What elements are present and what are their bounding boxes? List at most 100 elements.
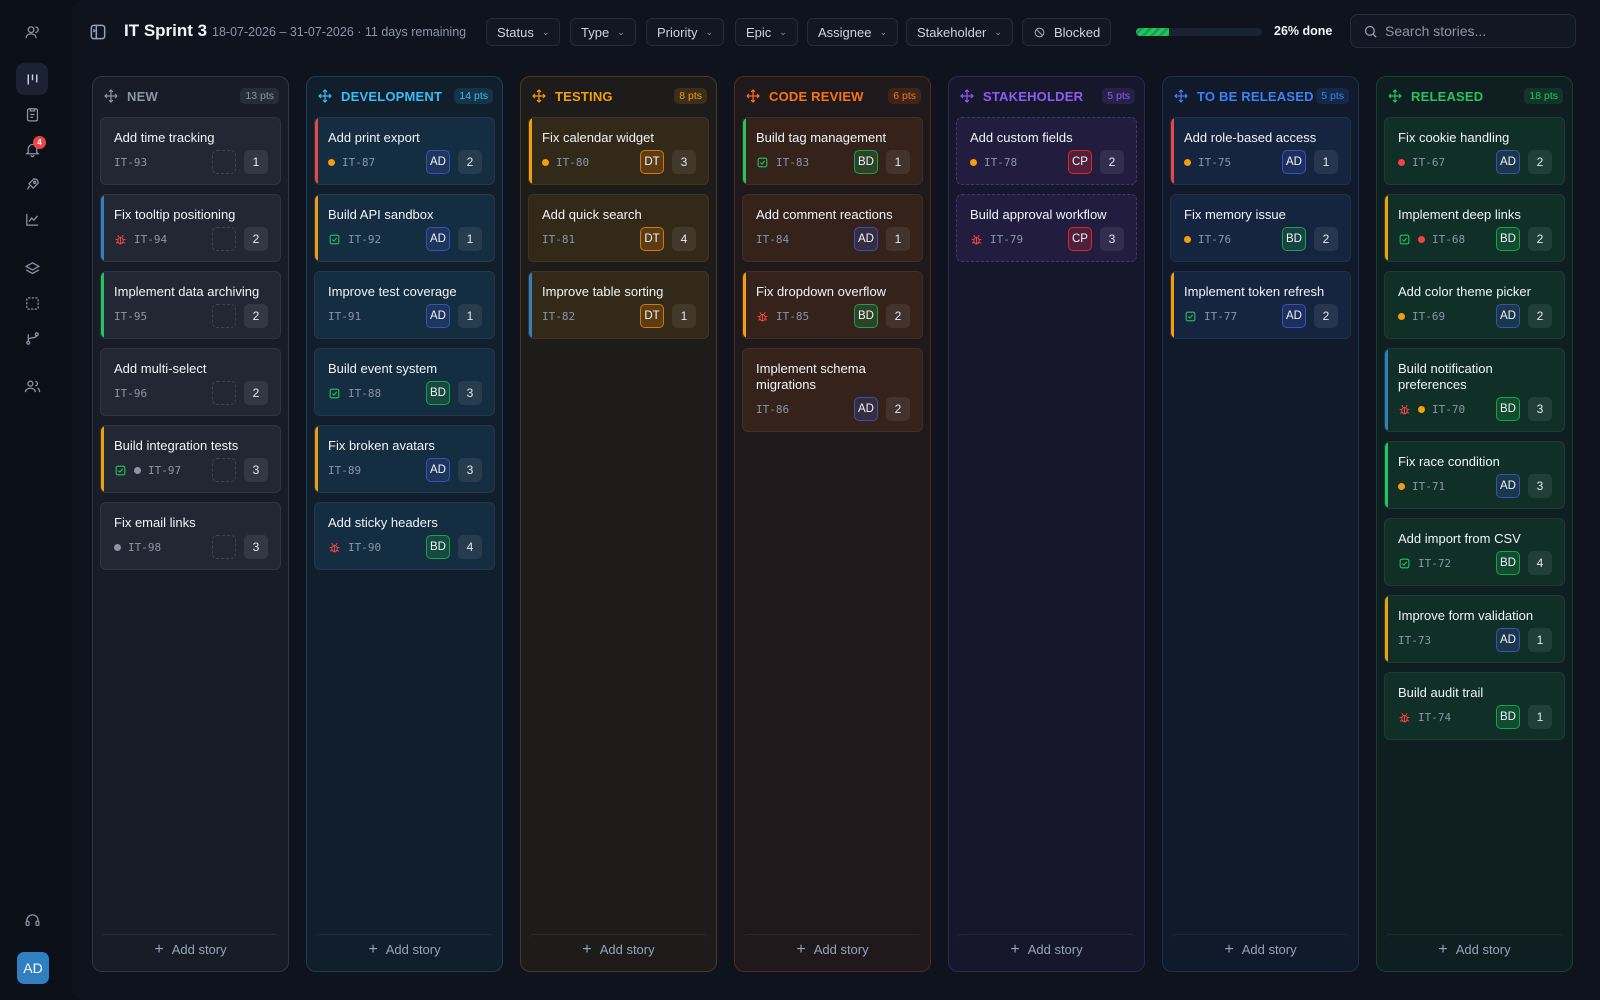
assignee-avatar[interactable]: BD bbox=[1496, 705, 1520, 729]
story-card[interactable]: Improve test coverage IT-91 AD 1 bbox=[314, 271, 495, 339]
story-card[interactable]: Implement data archiving IT-95 2 bbox=[100, 271, 281, 339]
assignee-avatar[interactable]: BD bbox=[854, 150, 878, 174]
selection-icon[interactable] bbox=[16, 287, 48, 319]
assignee-avatar[interactable]: AD bbox=[854, 227, 878, 251]
assignee-avatar[interactable]: BD bbox=[1496, 551, 1520, 575]
assignee-avatar[interactable]: DT bbox=[640, 150, 664, 174]
story-card[interactable]: Build integration tests IT-97 3 bbox=[100, 425, 281, 493]
filter-blocked[interactable]: Blocked bbox=[1022, 18, 1112, 46]
story-card[interactable]: Add time tracking IT-93 1 bbox=[100, 117, 281, 185]
story-card[interactable]: Add quick search IT-81 DT 4 bbox=[528, 194, 709, 262]
team-icon[interactable] bbox=[16, 370, 48, 402]
add-story-button[interactable]: + Add story bbox=[1170, 934, 1351, 964]
story-card[interactable]: Fix email links IT-98 3 bbox=[100, 502, 281, 570]
assignee-avatar[interactable]: AD bbox=[426, 304, 450, 328]
assignee-avatar[interactable]: AD bbox=[1496, 150, 1520, 174]
story-card[interactable]: Add custom fields IT-78 CP 2 bbox=[956, 117, 1137, 185]
story-card[interactable]: Implement schema migrations IT-86 AD 2 bbox=[742, 348, 923, 432]
assignee-placeholder[interactable] bbox=[212, 458, 236, 482]
drag-handle-icon[interactable] bbox=[959, 88, 975, 104]
assignee-avatar[interactable]: AD bbox=[426, 227, 450, 251]
assignee-avatar[interactable]: DT bbox=[640, 227, 664, 251]
filter-stakeholder[interactable]: Stakeholder ⌄ bbox=[906, 18, 1013, 46]
story-card[interactable]: Fix cookie handling IT-67 AD 2 bbox=[1384, 117, 1565, 185]
story-card[interactable]: Add import from CSV IT-72 BD 4 bbox=[1384, 518, 1565, 586]
assignee-avatar[interactable]: DT bbox=[640, 304, 664, 328]
drag-handle-icon[interactable] bbox=[745, 88, 761, 104]
rocket-icon[interactable] bbox=[16, 168, 48, 200]
add-story-button[interactable]: + Add story bbox=[100, 934, 281, 964]
assignee-placeholder[interactable] bbox=[212, 150, 236, 174]
assignee-avatar[interactable]: AD bbox=[426, 458, 450, 482]
assignee-placeholder[interactable] bbox=[212, 304, 236, 328]
assignee-avatar[interactable]: AD bbox=[1282, 150, 1306, 174]
drag-handle-icon[interactable] bbox=[103, 88, 119, 104]
story-card[interactable]: Improve table sorting IT-82 DT 1 bbox=[528, 271, 709, 339]
assignee-placeholder[interactable] bbox=[212, 227, 236, 251]
story-card[interactable]: Fix memory issue IT-76 BD 2 bbox=[1170, 194, 1351, 262]
headset-icon[interactable] bbox=[16, 904, 48, 936]
story-card[interactable]: Improve form validation IT-73 AD 1 bbox=[1384, 595, 1565, 663]
assignee-avatar[interactable]: AD bbox=[1282, 304, 1306, 328]
sidebar-toggle-icon[interactable] bbox=[88, 22, 108, 42]
story-card[interactable]: Add color theme picker IT-69 AD 2 bbox=[1384, 271, 1565, 339]
user-group-icon[interactable] bbox=[16, 16, 48, 48]
assignee-avatar[interactable]: BD bbox=[426, 381, 450, 405]
story-card[interactable]: Add print export IT-87 AD 2 bbox=[314, 117, 495, 185]
story-card[interactable]: Build event system IT-88 BD 3 bbox=[314, 348, 495, 416]
assignee-avatar[interactable]: BD bbox=[426, 535, 450, 559]
filter-status[interactable]: Status ⌄ bbox=[486, 18, 561, 46]
add-story-button[interactable]: + Add story bbox=[528, 934, 709, 964]
assignee-avatar[interactable]: BD bbox=[854, 304, 878, 328]
story-card[interactable]: Build notification preferences IT-70 BD … bbox=[1384, 348, 1565, 432]
drag-handle-icon[interactable] bbox=[317, 88, 333, 104]
story-card[interactable]: Add sticky headers IT-90 BD 4 bbox=[314, 502, 495, 570]
story-card[interactable]: Fix tooltip positioning IT-94 2 bbox=[100, 194, 281, 262]
story-card[interactable]: Fix race condition IT-71 AD 3 bbox=[1384, 441, 1565, 509]
assignee-avatar[interactable]: AD bbox=[426, 150, 450, 174]
story-card[interactable]: Fix dropdown overflow IT-85 BD 2 bbox=[742, 271, 923, 339]
story-card[interactable]: Add multi-select IT-96 2 bbox=[100, 348, 281, 416]
layers-icon[interactable] bbox=[16, 252, 48, 284]
story-card[interactable]: Add role-based access IT-75 AD 1 bbox=[1170, 117, 1351, 185]
drag-handle-icon[interactable] bbox=[531, 88, 547, 104]
drag-handle-icon[interactable] bbox=[1173, 88, 1189, 104]
branch-icon[interactable] bbox=[16, 322, 48, 354]
assignee-avatar[interactable]: CP bbox=[1068, 227, 1092, 251]
search-box[interactable] bbox=[1350, 14, 1576, 48]
assignee-avatar[interactable]: BD bbox=[1282, 227, 1306, 251]
assignee-placeholder[interactable] bbox=[212, 381, 236, 405]
story-card[interactable]: Add comment reactions IT-84 AD 1 bbox=[742, 194, 923, 262]
assignee-avatar[interactable]: AD bbox=[1496, 628, 1520, 652]
add-story-button[interactable]: + Add story bbox=[1384, 934, 1565, 964]
assignee-placeholder[interactable] bbox=[212, 535, 236, 559]
assignee-avatar[interactable]: AD bbox=[1496, 474, 1520, 498]
story-card[interactable]: Implement deep links IT-68 BD 2 bbox=[1384, 194, 1565, 262]
add-story-button[interactable]: + Add story bbox=[742, 934, 923, 964]
assignee-avatar[interactable]: CP bbox=[1068, 150, 1092, 174]
board-icon[interactable] bbox=[16, 63, 48, 95]
story-card[interactable]: Build audit trail IT-74 BD 1 bbox=[1384, 672, 1565, 740]
add-story-button[interactable]: + Add story bbox=[956, 934, 1137, 964]
drag-handle-icon[interactable] bbox=[1387, 88, 1403, 104]
filter-assignee[interactable]: Assignee ⌄ bbox=[807, 18, 899, 46]
story-card[interactable]: Build tag management IT-83 BD 1 bbox=[742, 117, 923, 185]
assignee-avatar[interactable]: AD bbox=[1496, 304, 1520, 328]
user-avatar[interactable]: AD bbox=[17, 952, 49, 984]
story-card[interactable]: Implement token refresh IT-77 AD 2 bbox=[1170, 271, 1351, 339]
story-card[interactable]: Fix broken avatars IT-89 AD 3 bbox=[314, 425, 495, 493]
filter-epic[interactable]: Epic ⌄ bbox=[735, 18, 798, 46]
search-input[interactable] bbox=[1385, 23, 1565, 39]
assignee-avatar[interactable]: BD bbox=[1496, 397, 1520, 421]
bell-icon[interactable]: 4 bbox=[16, 133, 48, 165]
filter-type[interactable]: Type ⌄ bbox=[570, 18, 636, 46]
story-card[interactable]: Fix calendar widget IT-80 DT 3 bbox=[528, 117, 709, 185]
story-card[interactable]: Build approval workflow IT-79 CP 3 bbox=[956, 194, 1137, 262]
filter-priority[interactable]: Priority ⌄ bbox=[646, 18, 724, 46]
story-card[interactable]: Build API sandbox IT-92 AD 1 bbox=[314, 194, 495, 262]
clipboard-icon[interactable] bbox=[16, 98, 48, 130]
chart-icon[interactable] bbox=[16, 203, 48, 235]
assignee-avatar[interactable]: AD bbox=[854, 397, 878, 421]
add-story-button[interactable]: + Add story bbox=[314, 934, 495, 964]
assignee-avatar[interactable]: BD bbox=[1496, 227, 1520, 251]
